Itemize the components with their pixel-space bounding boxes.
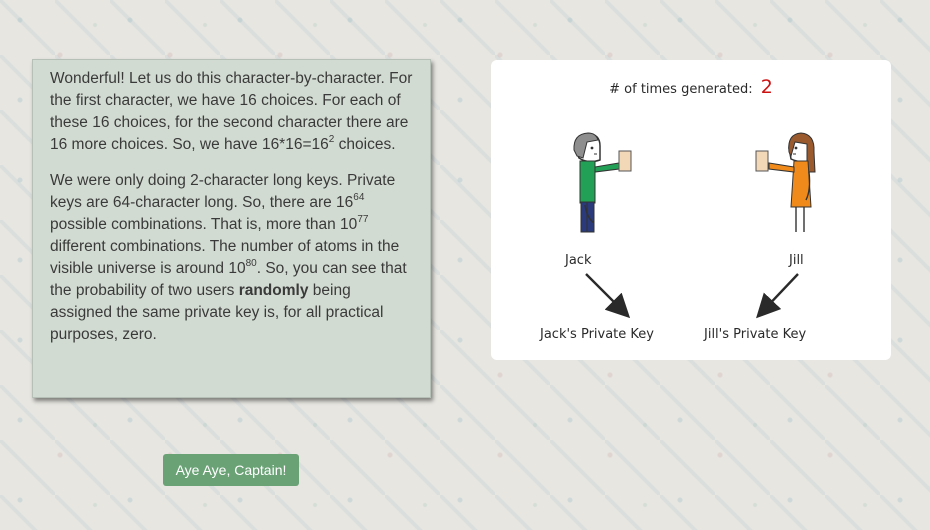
jack-private-key-label: Jack's Private Key [540,327,654,342]
jill-label: Jill [789,253,804,268]
jack-label: Jack [565,253,592,268]
emphasis-randomly: randomly [238,282,309,299]
explanation-paragraph-1: Wonderful! Let us do this character-by-c… [50,70,413,153]
diagram-illustration [573,132,816,319]
jack-arrow [585,273,631,319]
jack-figure [573,132,632,233]
jill-figure [755,132,816,232]
explanation-paragraph-2: We were only doing 2-character long keys… [50,172,407,343]
jill-arrow [756,273,799,319]
explanation-card: Wonderful! Let us do this character-by-c… [32,59,431,398]
key-generation-diagram: # of times generated: 2 Jack Jill Jack's… [491,60,891,360]
jill-private-key-label: Jill's Private Key [704,327,807,342]
aye-aye-captain-button[interactable]: Aye Aye, Captain! [163,454,299,486]
